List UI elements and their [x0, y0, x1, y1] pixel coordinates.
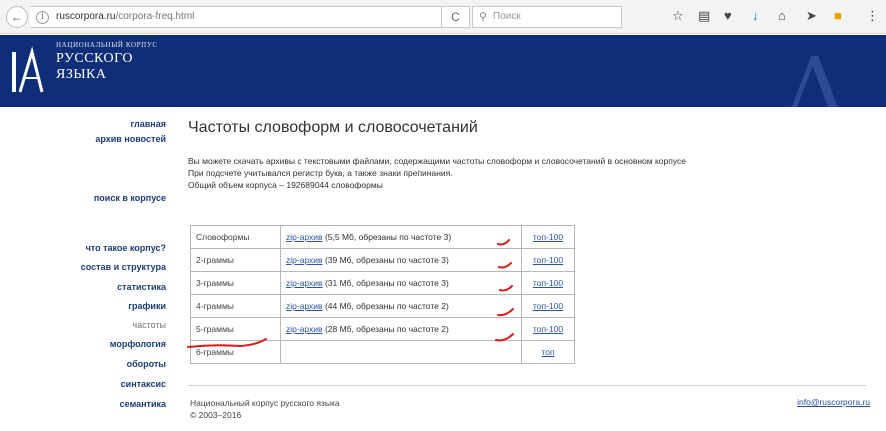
archive-note: (28 Мб, обрезаны по частоте 2): [322, 324, 449, 334]
pocket-icon[interactable]: ♥: [724, 8, 732, 24]
reload-icon: C: [451, 10, 460, 24]
top-link[interactable]: топ-100: [533, 301, 563, 311]
sidebar-item-frequencies: частоты: [132, 320, 166, 330]
site-name: РУССКОГО ЯЗЫКА: [56, 51, 133, 83]
row-name: Словоформы: [190, 225, 281, 249]
address-bar[interactable]: i ruscorpora.ru/corpora-freq.html: [30, 6, 442, 28]
archive-note: (39 Мб, обрезаны по частоте 3): [322, 255, 449, 265]
site-info-icon[interactable]: i: [36, 11, 49, 24]
row-top: топ-100: [521, 317, 575, 341]
url-path: /corpora-freq.html: [115, 11, 195, 22]
row-top: топ-100: [521, 294, 575, 318]
home-icon[interactable]: ⌂: [778, 8, 786, 24]
sidebar-item-phrases[interactable]: обороты: [127, 359, 166, 369]
star-icon[interactable]: ☆: [672, 8, 684, 24]
sidebar-item-what-is-corpus[interactable]: что такое корпус?: [86, 243, 166, 253]
site-logo-icon[interactable]: [8, 42, 48, 100]
sidebar-item-news-archive[interactable]: архив новостей: [95, 134, 166, 144]
top-link[interactable]: топ-100: [533, 255, 563, 265]
browser-search-input[interactable]: ⚲ Поиск: [472, 6, 622, 28]
table-row: 2-граммы zip-архив (39 Мб, обрезаны по ч…: [190, 248, 575, 272]
row-archive: zip-архив (28 Мб, обрезаны по частоте 2): [280, 317, 522, 341]
extension-icon[interactable]: ■: [834, 8, 842, 24]
top-link[interactable]: топ: [541, 347, 554, 357]
site-name-line2: РУССКОГО: [56, 51, 133, 66]
intro-paragraph: Вы можете скачать архивы с текстовыми фа…: [188, 156, 686, 166]
zip-archive-link[interactable]: zip-архив: [286, 255, 323, 265]
sidebar-item-home[interactable]: главная: [131, 119, 166, 129]
footer-email-link[interactable]: info@ruscorpora.ru: [797, 397, 870, 407]
zip-archive-link[interactable]: zip-архив: [286, 232, 323, 242]
sidebar-item-semantics[interactable]: семантика: [120, 399, 166, 409]
back-arrow-icon: ←: [11, 10, 23, 24]
table-row: 5-граммы zip-архив (28 Мб, обрезаны по ч…: [190, 317, 575, 341]
row-archive: zip-архив (5,5 Мб, обрезаны по частоте 3…: [280, 225, 522, 249]
row-top: топ: [521, 340, 575, 364]
intro-text: Вы можете скачать архивы с текстовыми фа…: [188, 155, 878, 191]
row-archive: zip-архив (39 Мб, обрезаны по частоте 3): [280, 248, 522, 272]
top-link[interactable]: топ-100: [533, 278, 563, 288]
zip-archive-link[interactable]: zip-архив: [286, 301, 323, 311]
row-archive: zip-архив (31 Мб, обрезаны по частоте 3): [280, 271, 522, 295]
table-row: 4-граммы zip-архив (44 Мб, обрезаны по ч…: [190, 294, 575, 318]
zip-archive-link[interactable]: zip-архив: [286, 278, 323, 288]
reload-button[interactable]: C: [442, 6, 470, 28]
back-button[interactable]: ←: [6, 6, 28, 28]
row-archive: [280, 340, 522, 364]
footer-copyright: © 2003–2016: [190, 410, 242, 420]
sidebar-item-structure[interactable]: состав и структура: [81, 262, 166, 272]
sidebar-item-graphs[interactable]: графики: [128, 301, 166, 311]
browser-toolbar: ← i ruscorpora.ru/corpora-freq.html C ⚲ …: [0, 0, 886, 34]
sidebar-item-search[interactable]: поиск в корпусе: [94, 193, 166, 203]
sidebar-item-syntax[interactable]: синтаксис: [121, 379, 166, 389]
archive-note: (5,5 Мб, обрезаны по частоте 3): [322, 232, 452, 242]
page-title: Частоты словоформ и словосочетаний: [188, 119, 478, 136]
sidebar-item-statistics[interactable]: статистика: [117, 282, 166, 292]
top-link[interactable]: топ-100: [533, 232, 563, 242]
footer-site-name: Национальный корпус русского языка: [190, 398, 340, 408]
zip-archive-link[interactable]: zip-архив: [286, 324, 323, 334]
row-name: 5-граммы: [190, 317, 281, 341]
banner-decoration-icon: Λ: [783, 40, 846, 107]
row-name: 6-граммы: [190, 340, 281, 364]
row-archive: zip-архив (44 Мб, обрезаны по частоте 2): [280, 294, 522, 318]
frequency-table: Словоформы zip-архив (5,5 Мб, обрезаны п…: [190, 225, 575, 364]
download-icon[interactable]: ↓: [752, 8, 759, 24]
search-icon: ⚲: [479, 11, 488, 23]
menu-icon[interactable]: ⋮: [866, 8, 879, 24]
row-name: 2-граммы: [190, 248, 281, 272]
url-text: ruscorpora.ru/corpora-freq.html: [56, 11, 194, 22]
footer-text: Национальный корпус русского языка © 200…: [190, 397, 340, 421]
footer-divider: [188, 385, 866, 386]
row-top: топ-100: [521, 248, 575, 272]
sidebar-item-morphology[interactable]: морфология: [110, 339, 166, 349]
archive-note: (31 Мб, обрезаны по частоте 3): [322, 278, 449, 288]
top-link[interactable]: топ-100: [533, 324, 563, 334]
corpus-size: Общий объем корпуса – 192689044 словофор…: [188, 180, 383, 190]
site-name-line3: ЯЗЫКА: [56, 67, 107, 82]
url-host: ruscorpora.ru: [56, 11, 116, 22]
reading-list-icon[interactable]: ▤: [698, 8, 710, 24]
table-row: Словоформы zip-архив (5,5 Мб, обрезаны п…: [190, 225, 575, 249]
site-name-top: НАЦИОНАЛЬНЫЙ КОРПУС: [56, 41, 158, 49]
sidebar-nav: главная архив новостей поиск в корпусе ч…: [0, 107, 170, 431]
search-placeholder: Поиск: [493, 11, 521, 22]
row-name: 4-граммы: [190, 294, 281, 318]
case-note: При подсчете учитывался регистр букв, а …: [188, 168, 453, 178]
table-row: 6-граммы топ: [190, 340, 575, 364]
archive-note: (44 Мб, обрезаны по частоте 2): [322, 301, 449, 311]
send-icon[interactable]: ➤: [806, 8, 817, 24]
row-top: топ-100: [521, 225, 575, 249]
row-top: топ-100: [521, 271, 575, 295]
table-row: 3-граммы zip-архив (31 Мб, обрезаны по ч…: [190, 271, 575, 295]
row-name: 3-граммы: [190, 271, 281, 295]
site-header: НАЦИОНАЛЬНЫЙ КОРПУС РУССКОГО ЯЗЫКА Λ: [0, 35, 886, 107]
